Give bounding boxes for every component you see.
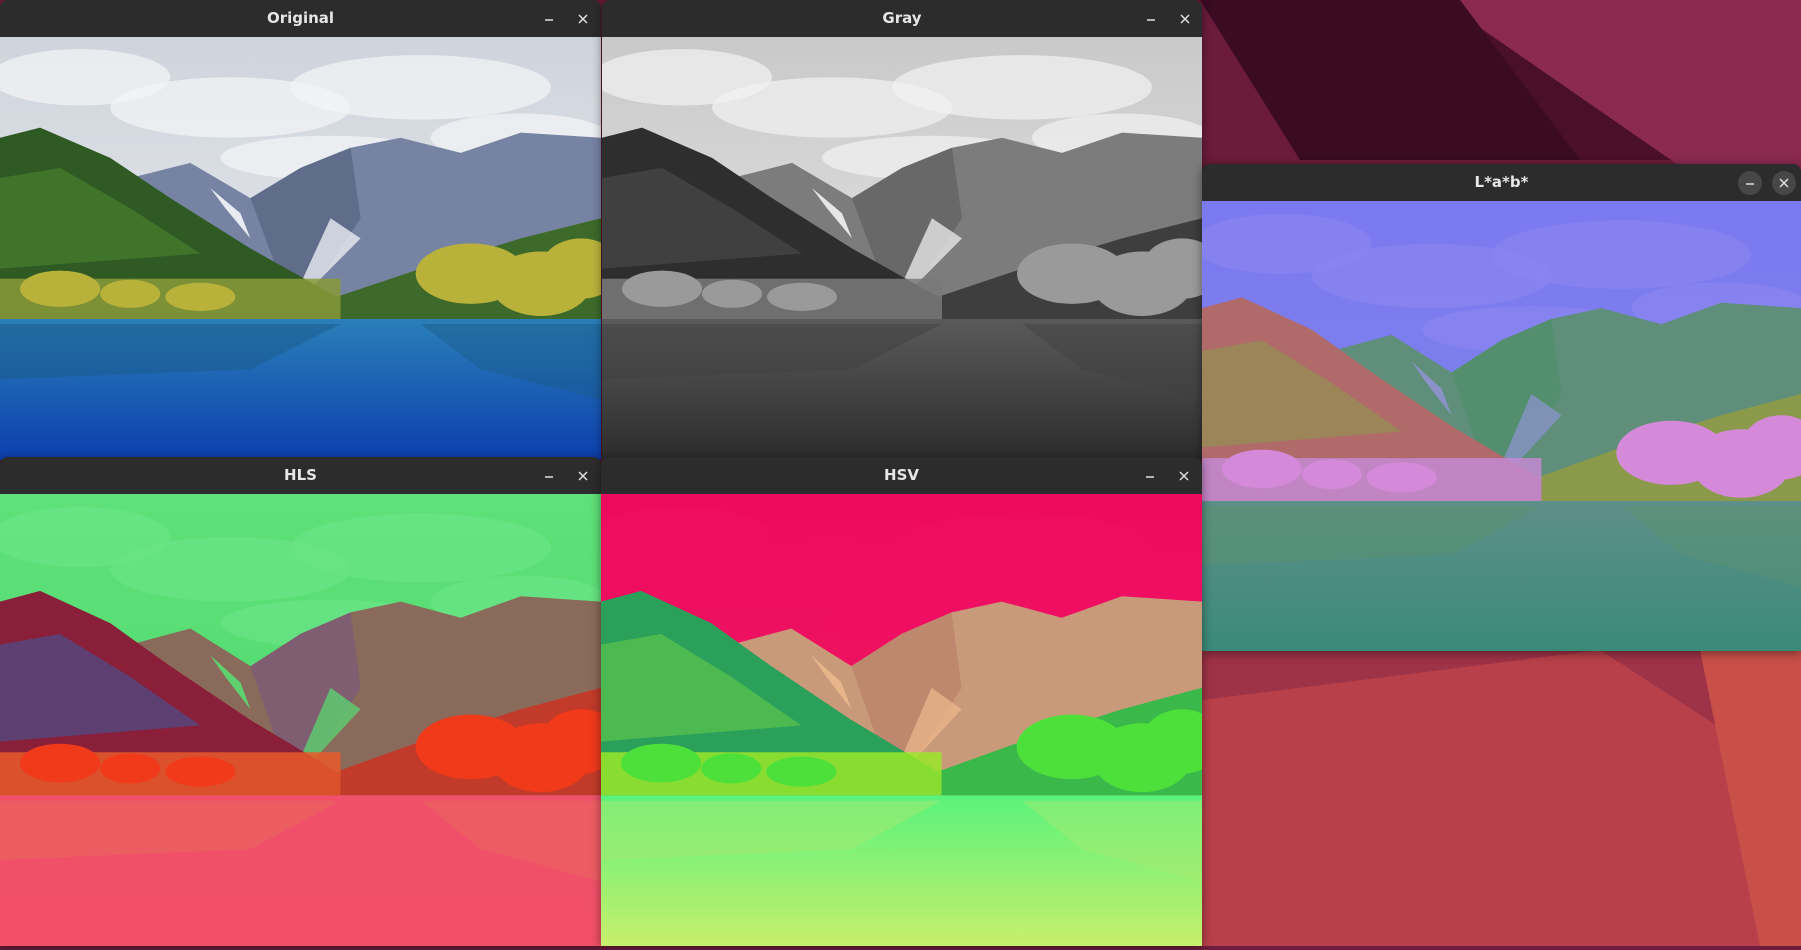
window-title: Original <box>266 9 335 27</box>
landscape-image <box>1202 201 1801 651</box>
tree-cluster <box>621 743 702 783</box>
titlebar[interactable]: HLS <box>0 457 601 495</box>
close-button[interactable] <box>1172 464 1196 488</box>
tree-cluster <box>100 279 161 308</box>
window-gray[interactable]: Gray <box>602 0 1202 460</box>
cloud <box>891 513 1152 583</box>
landscape-image <box>602 37 1202 460</box>
minimize-icon <box>545 19 553 21</box>
tree-cluster <box>622 270 702 307</box>
minimize-icon <box>1746 183 1754 185</box>
titlebar[interactable]: HSV <box>601 457 1202 495</box>
cloud <box>892 55 1152 120</box>
image-view <box>602 37 1202 460</box>
tree-cluster <box>165 282 236 311</box>
window-title: HLS <box>284 466 317 484</box>
titlebar[interactable]: L*a*b* <box>1202 164 1801 202</box>
minimize-button[interactable] <box>1738 171 1762 195</box>
tree-cluster <box>100 753 161 784</box>
minimize-button[interactable] <box>537 464 561 488</box>
image-view <box>0 494 601 946</box>
landscape-image <box>601 494 1202 946</box>
titlebar[interactable]: Gray <box>602 0 1202 38</box>
cloud <box>1491 220 1752 289</box>
minimize-icon <box>545 476 553 478</box>
minimize-button[interactable] <box>1138 464 1162 488</box>
tree-cluster <box>767 282 837 311</box>
tree-cluster <box>1366 462 1437 493</box>
tree-cluster <box>1301 459 1362 490</box>
close-icon <box>1180 14 1190 24</box>
close-button[interactable] <box>1173 7 1197 31</box>
close-icon <box>1179 471 1189 481</box>
cloud <box>290 513 551 583</box>
image-view <box>0 37 601 460</box>
window-lab[interactable]: L*a*b* <box>1202 164 1801 651</box>
tree-cluster <box>701 753 762 784</box>
minimize-icon <box>1146 476 1154 478</box>
tree-cluster <box>20 270 101 307</box>
minimize-button[interactable] <box>537 7 561 31</box>
close-button[interactable] <box>571 7 595 31</box>
window-original[interactable]: Original <box>0 0 601 460</box>
image-view <box>601 494 1202 946</box>
window-title: L*a*b* <box>1474 173 1529 191</box>
close-icon <box>1779 178 1789 188</box>
image-view <box>1202 201 1801 651</box>
landscape-image <box>0 37 601 460</box>
close-button[interactable] <box>571 464 595 488</box>
close-icon <box>578 14 588 24</box>
tree-cluster <box>165 756 236 787</box>
close-button[interactable] <box>1772 171 1796 195</box>
window-hsv[interactable]: HSV <box>601 457 1202 946</box>
tree-cluster <box>1221 449 1302 489</box>
minimize-icon <box>1147 19 1155 21</box>
window-hls[interactable]: HLS <box>0 457 601 946</box>
window-title: HSV <box>884 466 919 484</box>
tree-cluster <box>766 756 837 787</box>
tree-cluster <box>702 279 762 308</box>
window-title: Gray <box>882 9 922 27</box>
close-icon <box>578 471 588 481</box>
minimize-button[interactable] <box>1139 7 1163 31</box>
landscape-image <box>0 494 601 946</box>
cloud <box>290 55 551 120</box>
tree-cluster <box>20 743 101 783</box>
titlebar[interactable]: Original <box>0 0 601 38</box>
